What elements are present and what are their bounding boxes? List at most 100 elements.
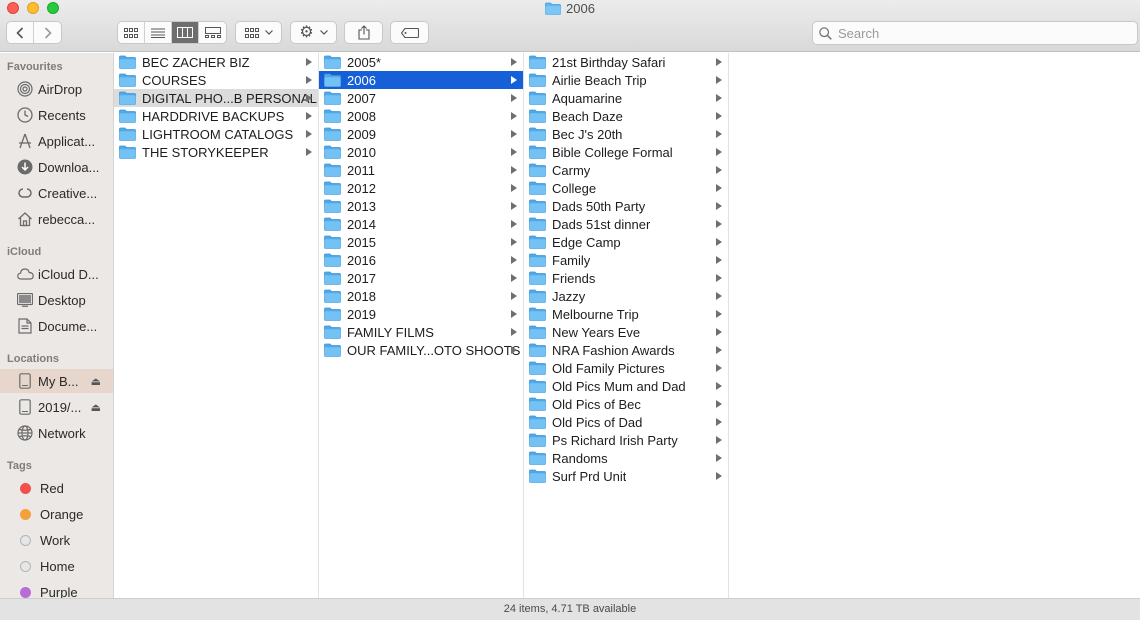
folder-row[interactable]: Bible College Formal bbox=[524, 143, 728, 161]
folder-icon bbox=[529, 433, 546, 447]
tag-color-dot bbox=[20, 508, 31, 520]
sidebar-tag-purple[interactable]: Purple bbox=[0, 580, 113, 598]
folder-name: 2012 bbox=[347, 180, 376, 196]
folder-row[interactable]: 2010 bbox=[319, 143, 523, 161]
folder-name: Old Pics Mum and Dad bbox=[552, 378, 686, 394]
home-icon bbox=[16, 210, 34, 228]
folder-row[interactable]: College bbox=[524, 179, 728, 197]
folder-icon bbox=[529, 55, 546, 69]
folder-row[interactable]: 2007 bbox=[319, 89, 523, 107]
sidebar-item-airdrop[interactable]: AirDrop bbox=[0, 77, 113, 101]
folder-row[interactable]: 2016 bbox=[319, 251, 523, 269]
forward-button[interactable] bbox=[34, 22, 61, 43]
folder-name: Bible College Formal bbox=[552, 144, 673, 160]
sidebar-item-disk-2019[interactable]: 2019/... ⏏ bbox=[0, 395, 113, 419]
group-by-button[interactable] bbox=[235, 21, 282, 44]
folder-row[interactable]: Ps Richard Irish Party bbox=[524, 431, 728, 449]
list-view-button[interactable] bbox=[145, 22, 172, 43]
action-menu-button[interactable]: ⚙ bbox=[290, 21, 337, 44]
folder-row[interactable]: 2017 bbox=[319, 269, 523, 287]
gallery-view-button[interactable] bbox=[199, 22, 226, 43]
folder-row[interactable]: Jazzy bbox=[524, 287, 728, 305]
folder-name: 2014 bbox=[347, 216, 376, 232]
folder-row[interactable]: NRA Fashion Awards bbox=[524, 341, 728, 359]
sidebar-item-applications[interactable]: Applicat... bbox=[0, 129, 113, 153]
folder-row[interactable]: 2019 bbox=[319, 305, 523, 323]
folder-name: Surf Prd Unit bbox=[552, 468, 627, 484]
folder-row[interactable]: New Years Eve bbox=[524, 323, 728, 341]
tag-color-dot bbox=[20, 534, 31, 546]
folder-row[interactable]: Beach Daze bbox=[524, 107, 728, 125]
folder-row[interactable]: Surf Prd Unit bbox=[524, 467, 728, 485]
folder-row[interactable]: Friends bbox=[524, 269, 728, 287]
share-button[interactable] bbox=[344, 21, 383, 44]
disclosure-arrow-icon bbox=[511, 148, 517, 156]
folder-row[interactable]: DIGITAL PHO...B PERSONAL bbox=[114, 89, 318, 107]
folder-row[interactable]: 2011 bbox=[319, 161, 523, 179]
folder-row[interactable]: 2005* bbox=[319, 53, 523, 71]
column-view-button[interactable] bbox=[172, 22, 199, 43]
folder-row[interactable]: Melbourne Trip bbox=[524, 305, 728, 323]
eject-icon[interactable]: ⏏ bbox=[91, 375, 101, 388]
folder-row[interactable]: 2012 bbox=[319, 179, 523, 197]
folder-row[interactable]: 2008 bbox=[319, 107, 523, 125]
folder-row[interactable]: BEC ZACHER BIZ bbox=[114, 53, 318, 71]
folder-row[interactable]: Carmy bbox=[524, 161, 728, 179]
folder-row[interactable]: Aquamarine bbox=[524, 89, 728, 107]
creative-cloud-icon bbox=[16, 184, 34, 202]
chevron-down-icon bbox=[264, 30, 273, 35]
eject-icon[interactable]: ⏏ bbox=[91, 401, 101, 414]
folder-row[interactable]: Dads 51st dinner bbox=[524, 215, 728, 233]
sidebar-item-recents[interactable]: Recents bbox=[0, 103, 113, 127]
folder-row[interactable]: Airlie Beach Trip bbox=[524, 71, 728, 89]
status-bar: 24 items, 4.71 TB available bbox=[0, 598, 1140, 620]
icon-view-button[interactable] bbox=[118, 22, 145, 43]
folder-icon bbox=[324, 145, 341, 159]
disclosure-arrow-icon bbox=[511, 274, 517, 282]
folder-row[interactable]: 2013 bbox=[319, 197, 523, 215]
sidebar-tag-orange[interactable]: Orange bbox=[0, 502, 113, 526]
folder-name: 2018 bbox=[347, 288, 376, 304]
folder-name: Old Pics of Bec bbox=[552, 396, 641, 412]
sidebar-item-desktop[interactable]: Desktop bbox=[0, 288, 113, 312]
sidebar-tag-red[interactable]: Red bbox=[0, 476, 113, 500]
folder-row[interactable]: HARDDRIVE BACKUPS bbox=[114, 107, 318, 125]
folder-row[interactable]: OUR FAMILY...OTO SHOOTS bbox=[319, 341, 523, 359]
folder-icon bbox=[529, 235, 546, 249]
folder-icon bbox=[324, 289, 341, 303]
folder-row[interactable]: Old Pics of Bec bbox=[524, 395, 728, 413]
back-button[interactable] bbox=[7, 22, 34, 43]
sidebar-item-icloud-drive[interactable]: iCloud D... bbox=[0, 262, 113, 286]
folder-row[interactable]: Old Pics Mum and Dad bbox=[524, 377, 728, 395]
folder-row[interactable]: 2009 bbox=[319, 125, 523, 143]
edit-tags-button[interactable] bbox=[390, 21, 429, 44]
search-field[interactable] bbox=[812, 21, 1138, 45]
folder-row[interactable]: Family bbox=[524, 251, 728, 269]
sidebar-item-downloads[interactable]: Downloa... bbox=[0, 155, 113, 179]
sidebar-item-home[interactable]: rebecca... bbox=[0, 207, 113, 231]
sidebar-item-documents[interactable]: Docume... bbox=[0, 314, 113, 338]
folder-row[interactable]: Old Pics of Dad bbox=[524, 413, 728, 431]
folder-row[interactable]: 21st Birthday Safari bbox=[524, 53, 728, 71]
sidebar-item-my-book[interactable]: My B... ⏏ bbox=[0, 369, 113, 393]
sidebar-tag-work[interactable]: Work bbox=[0, 528, 113, 552]
sidebar-item-network[interactable]: Network bbox=[0, 421, 113, 445]
folder-row[interactable]: Old Family Pictures bbox=[524, 359, 728, 377]
folder-row[interactable]: THE STORYKEEPER bbox=[114, 143, 318, 161]
sidebar-item-creative-cloud[interactable]: Creative... bbox=[0, 181, 113, 205]
disk-icon bbox=[16, 398, 34, 416]
folder-row[interactable]: Edge Camp bbox=[524, 233, 728, 251]
folder-row[interactable]: FAMILY FILMS bbox=[319, 323, 523, 341]
folder-row[interactable]: 2018 bbox=[319, 287, 523, 305]
folder-name: FAMILY FILMS bbox=[347, 324, 434, 340]
folder-row[interactable]: 2014 bbox=[319, 215, 523, 233]
folder-row[interactable]: 2006 bbox=[319, 71, 523, 89]
folder-row[interactable]: Bec J's 20th bbox=[524, 125, 728, 143]
folder-row[interactable]: LIGHTROOM CATALOGS bbox=[114, 125, 318, 143]
folder-row[interactable]: COURSES bbox=[114, 71, 318, 89]
sidebar-tag-home[interactable]: Home bbox=[0, 554, 113, 578]
folder-row[interactable]: Dads 50th Party bbox=[524, 197, 728, 215]
folder-row[interactable]: Randoms bbox=[524, 449, 728, 467]
search-input[interactable] bbox=[838, 25, 1128, 41]
folder-row[interactable]: 2015 bbox=[319, 233, 523, 251]
